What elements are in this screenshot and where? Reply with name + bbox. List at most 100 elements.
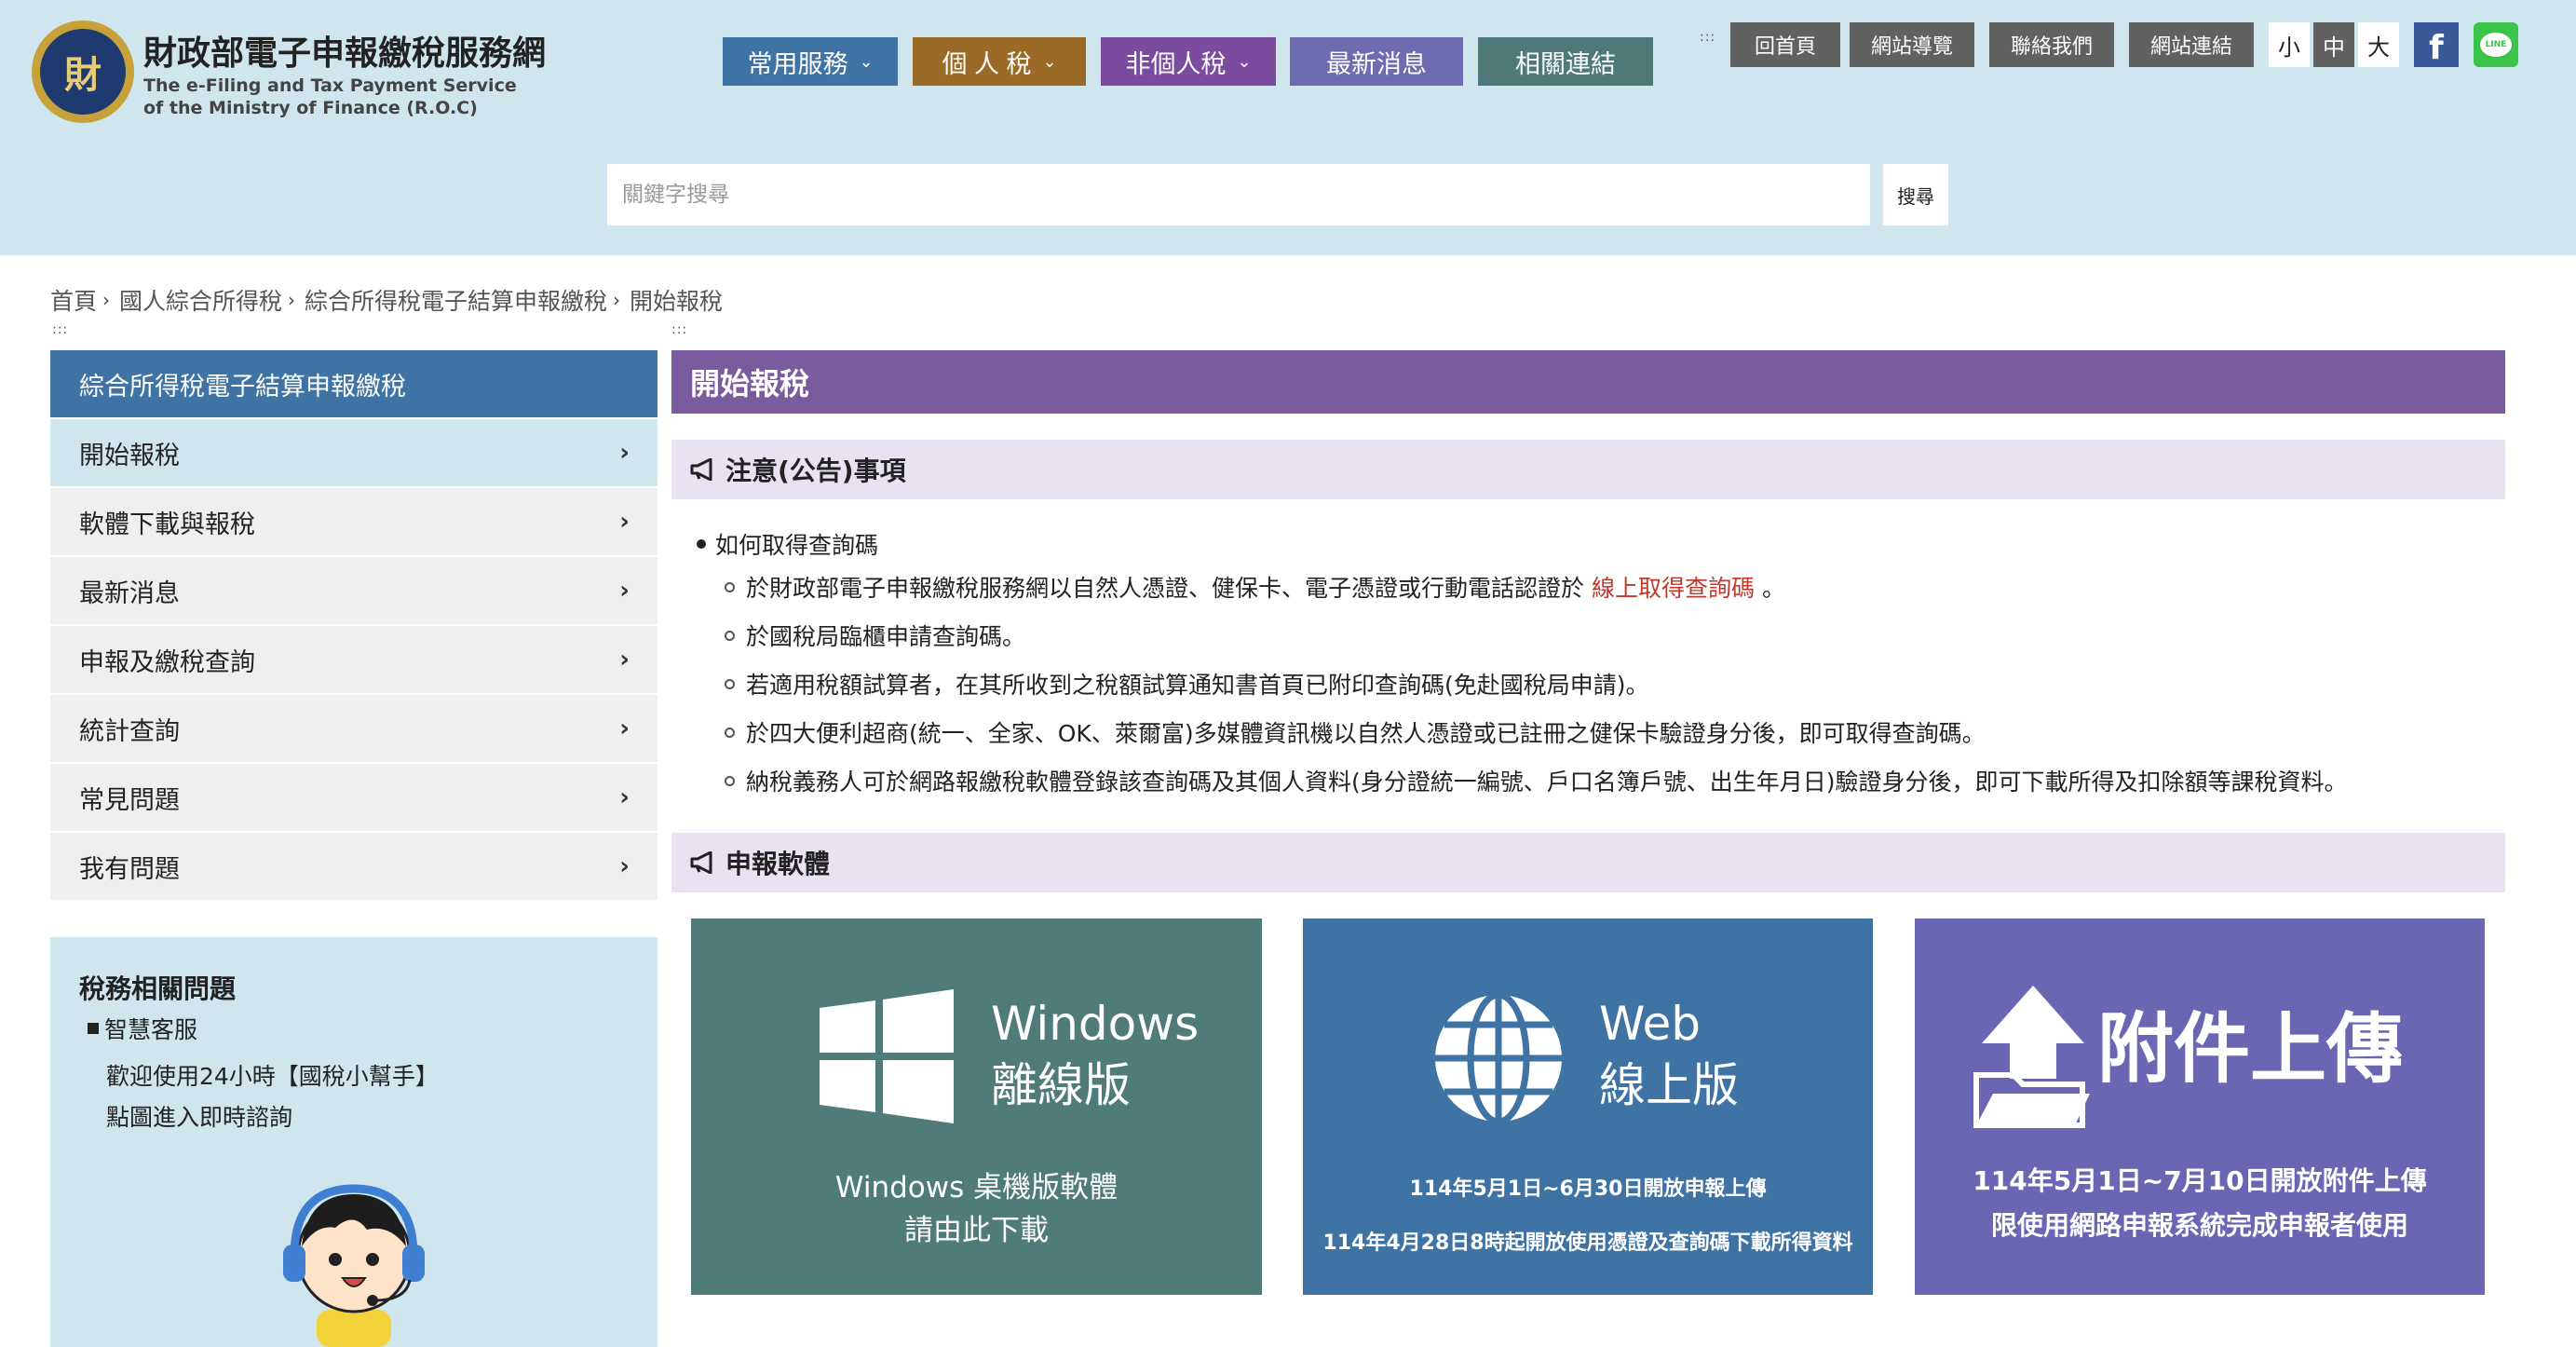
page-title: 開始報稅 <box>671 350 2505 414</box>
software-section-heading: 申報軟體 <box>671 833 2505 892</box>
sidebar-item-label: 申報及繳稅查詢 <box>79 647 255 677</box>
notice-item-text: 如何取得查詢碼 <box>715 532 879 559</box>
sidebar-item-ask-question[interactable]: 我有問題 › <box>50 833 658 900</box>
nav-label: 常用服務 <box>747 49 848 78</box>
bullet-icon <box>697 539 706 549</box>
site-links-button[interactable]: 網站連結 <box>2129 22 2254 67</box>
logo-emblem: 財 <box>40 29 126 115</box>
site-header: 財 財政部電子申報繳稅服務網 The e-Filing and Tax Paym… <box>0 0 2576 255</box>
chevron-down-icon: ⌄ <box>1042 51 1057 71</box>
accesskey-grip[interactable]: ::: <box>1700 31 1715 44</box>
site-subtitle: The e-Filing and Tax Payment Service of … <box>143 75 517 118</box>
sidebar-item-label: 統計查詢 <box>79 716 180 746</box>
upload-note-2: 限使用網路申報系統完成申報者使用 <box>1990 1210 2408 1241</box>
notice-section-heading: 注意(公告)事項 <box>671 440 2505 499</box>
chevron-right-icon: › <box>619 439 630 467</box>
software-heading-text: 申報軟體 <box>725 849 831 879</box>
breadcrumb-individual-income-tax[interactable]: 國人綜合所得稅 <box>119 283 282 317</box>
list-item: 於國稅局臨櫃申請查詢碼。 <box>697 611 2348 660</box>
sidebar-item-label: 開始報稅 <box>79 441 180 470</box>
ministry-logo[interactable]: 財 <box>32 20 134 123</box>
notice-sub-text: 於四大便利超商(統一、全家、OK、萊爾富)多媒體資訊機以自然人憑證或已註冊之健保… <box>746 720 1986 747</box>
list-item: 於四大便利超商(統一、全家、OK、萊爾富)多媒體資訊機以自然人憑證或已註冊之健保… <box>697 708 2348 756</box>
tax-help-box: 稅務相關問題 智慧客服 歡迎使用24小時【國稅小幫手】 點圖進入即時諮詢 <box>50 937 658 1347</box>
megaphone-icon <box>690 458 712 481</box>
breadcrumb: 首頁 › 國人綜合所得稅 › 綜合所得稅電子結算申報繳稅 › 開始報稅 <box>50 283 723 317</box>
chevron-right-icon: › <box>619 646 630 674</box>
sidebar-item-label: 我有問題 <box>79 854 180 884</box>
online-query-code-link[interactable]: 線上取得查詢碼 <box>1592 575 1755 602</box>
chevron-right-icon: › <box>619 577 630 605</box>
chevron-right-icon: › <box>102 289 111 311</box>
breadcrumb-home[interactable]: 首頁 <box>50 283 97 317</box>
windows-desc: Windows 桌機版軟體 請由此下載 <box>691 1166 1262 1252</box>
web-title-line2: 線上版 <box>1599 1058 1739 1112</box>
windows-logo-icon <box>820 989 954 1123</box>
sidebar-item-label: 軟體下載與報稅 <box>79 510 255 539</box>
nav-related-links[interactable]: 相關連結 <box>1478 37 1653 86</box>
circle-bullet-icon <box>725 581 735 592</box>
sidebar-item-faq[interactable]: 常見問題 › <box>50 764 658 831</box>
sidebar-item-label: 最新消息 <box>79 578 180 608</box>
circle-bullet-icon <box>725 630 735 641</box>
sidebar-heading[interactable]: 綜合所得稅電子結算申報繳稅 <box>50 350 658 417</box>
notice-sub-text: 納稅義務人可於網路報繳稅軟體登錄該查詢碼及其個人資料(身分證統一編號、戶口名簿戶… <box>746 769 2348 796</box>
search-button[interactable]: 搜尋 <box>1883 164 1948 225</box>
smart-service-label: 智慧客服 <box>88 1012 197 1045</box>
nav-label: 個 人 稅 <box>942 49 1032 78</box>
contact-us-button[interactable]: 聯絡我們 <box>1989 22 2114 67</box>
web-online-card[interactable]: Web 線上版 114年5月1日~6月30日開放申報上傳 114年4月28日8時… <box>1303 918 1873 1295</box>
line-icon[interactable]: LINE <box>2474 22 2518 67</box>
accesskey-grip-left[interactable]: ::: <box>52 323 68 336</box>
notice-sub-text: 於國稅局臨櫃申請查詢碼。 <box>746 623 1026 650</box>
accesskey-grip-main[interactable]: ::: <box>671 323 687 336</box>
nav-non-personal-tax[interactable]: 非個人稅 ⌄ <box>1101 37 1276 86</box>
site-title[interactable]: 財政部電子申報繳稅服務網 <box>143 26 546 75</box>
sidebar-item-label: 常見問題 <box>79 785 180 815</box>
list-item: 納稅義務人可於網路報繳稅軟體登錄該查詢碼及其個人資料(身分證統一編號、戶口名簿戶… <box>697 756 2348 805</box>
sidebar-item-start-filing[interactable]: 開始報稅 › <box>50 419 658 486</box>
sidebar-item-latest-news[interactable]: 最新消息 › <box>50 557 658 624</box>
nav-latest-news[interactable]: 最新消息 <box>1290 37 1463 86</box>
chevron-down-icon: ⌄ <box>1237 51 1252 71</box>
megaphone-icon <box>690 851 712 874</box>
sidebar-item-software-download[interactable]: 軟體下載與報稅 › <box>50 488 658 555</box>
facebook-icon[interactable]: f <box>2414 22 2459 67</box>
chevron-right-icon: › <box>619 783 630 811</box>
globe-icon <box>1435 991 1562 1125</box>
font-size-medium[interactable]: 中 <box>2313 22 2354 67</box>
font-size-small[interactable]: 小 <box>2269 22 2310 67</box>
sidebar-item-statistics[interactable]: 統計查詢 › <box>50 695 658 762</box>
notice-sub-text: 於財政部電子申報繳稅服務網以自然人憑證、健保卡、電子憑證或行動電話認證於 線上取… <box>746 570 1785 604</box>
notice-sub1-prefix: 於財政部電子申報繳稅服務網以自然人憑證、健保卡、電子憑證或行動電話認證於 <box>746 575 1585 602</box>
square-bullet-icon <box>88 1023 99 1034</box>
upload-note-1: 114年5月1日~7月10日開放附件上傳 <box>1973 1165 2427 1196</box>
nav-label: 非個人稅 <box>1125 49 1227 78</box>
tax-assistant-mascot-icon[interactable] <box>270 1170 438 1347</box>
chevron-right-icon: › <box>619 714 630 742</box>
sidebar: 綜合所得稅電子結算申報繳稅 開始報稅 › 軟體下載與報稅 › 最新消息 › 申報… <box>50 350 658 900</box>
font-size-large[interactable]: 大 <box>2358 22 2399 67</box>
nav-label: 相關連結 <box>1515 49 1616 78</box>
search-input[interactable] <box>607 164 1870 225</box>
nav-label: 最新消息 <box>1326 49 1427 78</box>
sidebar-item-filing-query[interactable]: 申報及繳稅查詢 › <box>50 626 658 693</box>
home-button[interactable]: 回首頁 <box>1730 22 1840 67</box>
breadcrumb-current: 開始報稅 <box>630 288 724 315</box>
upload-title: 附件上傳 <box>2097 1005 2404 1094</box>
notice-heading-text: 注意(公告)事項 <box>725 456 906 486</box>
upload-folder-icon <box>1973 986 2090 1128</box>
windows-offline-card[interactable]: Windows 離線版 Windows 桌機版軟體 請由此下載 <box>691 918 1262 1295</box>
nav-personal-tax[interactable]: 個 人 稅 ⌄ <box>913 37 1086 86</box>
circle-bullet-icon <box>725 727 735 738</box>
nav-common-services[interactable]: 常用服務 ⌄ <box>723 37 898 86</box>
attachment-upload-card[interactable]: 附件上傳 114年5月1日~7月10日開放附件上傳 限使用網路申報系統完成申報者… <box>1915 918 2485 1295</box>
windows-title: Windows 離線版 <box>991 993 1199 1116</box>
web-title-line1: Web <box>1599 997 1702 1051</box>
notice-list: 如何取得查詢碼 於財政部電子申報繳稅服務網以自然人憑證、健保卡、電子憑證或行動電… <box>697 525 2348 805</box>
breadcrumb-efiling[interactable]: 綜合所得稅電子結算申報繳稅 <box>305 283 607 317</box>
site-guide-button[interactable]: 網站導覽 <box>1850 22 1974 67</box>
tax-help-title: 稅務相關問題 <box>79 973 237 1004</box>
windows-desc-line1: Windows 桌機版軟體 <box>834 1171 1119 1204</box>
tax-help-line2: 點圖進入即時諮詢 <box>106 1104 293 1131</box>
